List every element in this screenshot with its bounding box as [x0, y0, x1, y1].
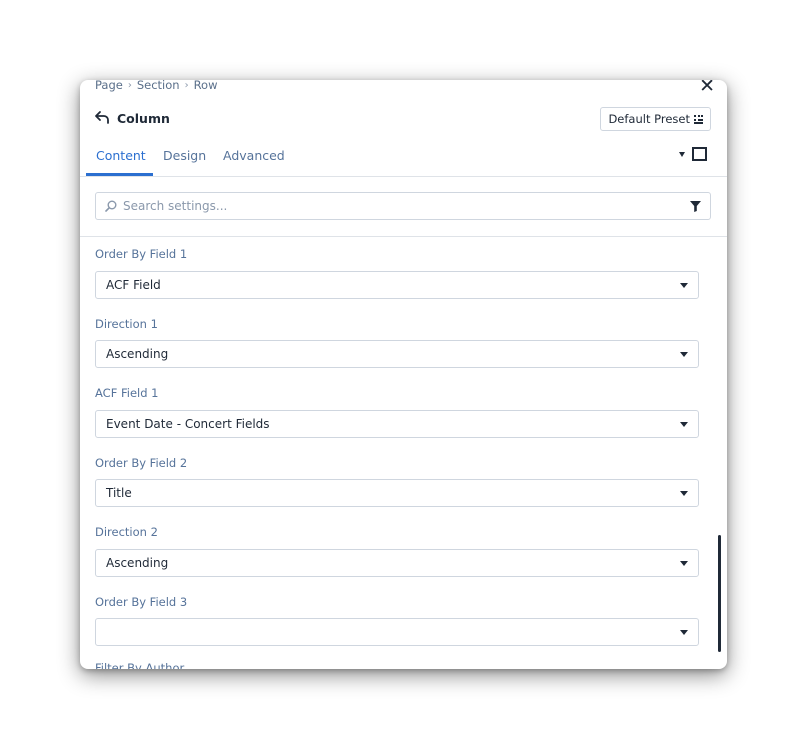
search-input[interactable] — [121, 198, 665, 214]
field-label-direction-2: Direction 2 — [95, 525, 158, 539]
tab-advanced[interactable]: Advanced — [223, 148, 285, 163]
direction-1-select[interactable]: Ascending — [95, 340, 699, 368]
breadcrumb-separator-icon: › — [184, 80, 189, 91]
close-icon[interactable]: ✕ — [699, 80, 715, 96]
expand-square-icon[interactable] — [692, 147, 707, 161]
select-value: Event Date - Concert Fields — [106, 417, 270, 431]
select-value: Title — [106, 486, 132, 500]
select-value: Ascending — [106, 556, 169, 570]
module-header: Column — [94, 110, 170, 126]
settings-modal: Page › Section › Row ✕ Column Default Pr… — [80, 80, 727, 669]
back-arrow-icon[interactable] — [94, 110, 111, 126]
field-label-filter-by-author: Filter By Author — [95, 661, 185, 669]
default-preset-button[interactable]: Default Preset — [600, 107, 711, 131]
field-label-order-by-1: Order By Field 1 — [95, 247, 188, 261]
field-label-order-by-3: Order By Field 3 — [95, 595, 188, 609]
breadcrumb-separator-icon: › — [127, 80, 132, 91]
direction-2-select[interactable]: Ascending — [95, 549, 699, 577]
chevron-down-icon — [680, 630, 688, 635]
tab-content[interactable]: Content — [96, 148, 146, 163]
filter-icon[interactable] — [690, 201, 701, 212]
breadcrumb-row[interactable]: Row — [194, 80, 218, 92]
field-label-acf-field-1: ACF Field 1 — [95, 386, 159, 400]
chevron-down-icon — [680, 561, 688, 566]
breadcrumb: Page › Section › Row — [95, 80, 218, 92]
module-title: Column — [117, 110, 170, 126]
order-by-field-3-select[interactable] — [95, 618, 699, 646]
chevron-down-icon — [680, 352, 688, 357]
chevron-down-icon — [680, 491, 688, 496]
chevron-down-icon — [680, 283, 688, 288]
search-icon — [105, 200, 117, 212]
order-by-field-2-select[interactable]: Title — [95, 479, 699, 507]
search-box — [95, 192, 711, 220]
select-value: Ascending — [106, 347, 169, 361]
dropdown-caret-icon[interactable] — [679, 151, 685, 157]
field-label-direction-1: Direction 1 — [95, 317, 158, 331]
settings-fields: Order By Field 1 ACF Field Direction 1 A… — [95, 237, 699, 669]
acf-field-1-select[interactable]: Event Date - Concert Fields — [95, 410, 699, 438]
tab-bar: Content Design Advanced — [80, 140, 727, 177]
preset-grid-icon — [694, 114, 703, 124]
field-label-order-by-2: Order By Field 2 — [95, 456, 188, 470]
tab-tools — [679, 147, 707, 161]
tab-design[interactable]: Design — [163, 148, 206, 163]
breadcrumb-section[interactable]: Section — [137, 80, 180, 92]
scrollbar-thumb[interactable] — [718, 535, 721, 652]
breadcrumb-page[interactable]: Page — [95, 80, 123, 92]
select-value: ACF Field — [106, 278, 161, 292]
active-tab-indicator — [86, 173, 153, 176]
chevron-down-icon — [680, 422, 688, 427]
order-by-field-1-select[interactable]: ACF Field — [95, 271, 699, 299]
preset-label: Default Preset — [608, 112, 690, 126]
